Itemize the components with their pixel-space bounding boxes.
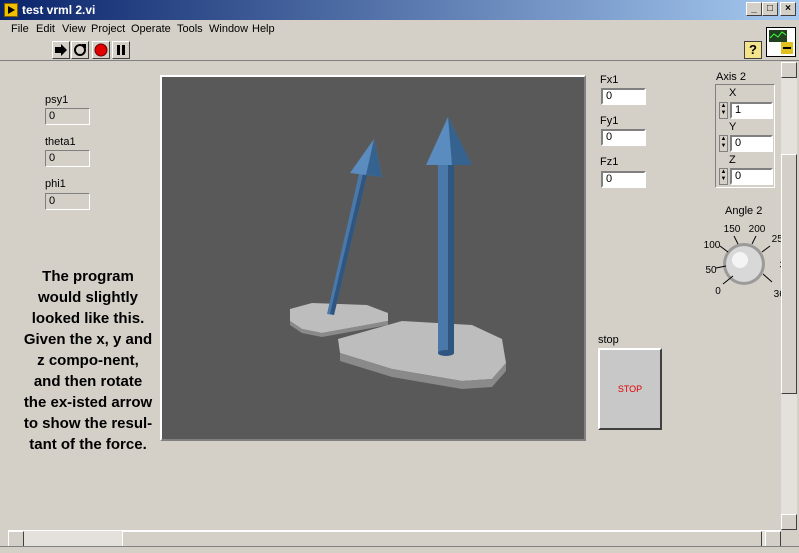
vi-graph-icon [769, 30, 793, 54]
knob-tick-0: 0 [715, 286, 721, 297]
vertical-scrollbar[interactable] [781, 62, 797, 530]
axis2-y-label: Y [729, 121, 737, 133]
axis2-z-input[interactable]: 0 [730, 168, 773, 185]
axis2-x-label: X [729, 87, 737, 99]
scroll-up-arrow[interactable] [781, 62, 797, 78]
fz1-input[interactable]: 0 [601, 171, 646, 188]
fx1-input[interactable]: 0 [601, 88, 646, 105]
fz1-label: Fz1 [600, 156, 619, 168]
vi-connector-icon [766, 27, 796, 57]
phi1-indicator: 0 [45, 193, 90, 210]
axis2-x-input[interactable]: 1 [730, 102, 773, 119]
toolbar [0, 39, 799, 61]
run-continuously-button[interactable] [71, 41, 89, 59]
maximize-button[interactable]: □ [762, 2, 778, 16]
psy1-label: psy1 [45, 94, 69, 106]
menu-help[interactable]: Help [252, 23, 275, 35]
knob-tick-200: 200 [749, 224, 766, 235]
axis2-x-stepper[interactable]: ▲ ▼ [719, 102, 728, 119]
fy1-label: Fy1 [600, 115, 619, 127]
description-text: The program would slightly looked like t… [23, 268, 153, 453]
menu-edit[interactable]: Edit [36, 23, 55, 35]
vector-arrows-scene [290, 117, 506, 389]
phi1-label: phi1 [45, 178, 66, 190]
axis2-y-input[interactable]: 0 [730, 135, 773, 152]
scroll-right-arrow[interactable] [765, 531, 781, 547]
run-button[interactable] [52, 41, 70, 59]
knob-tick-50: 50 [705, 265, 717, 276]
axis2-z-label: Z [729, 154, 736, 166]
minimize-button[interactable]: _ [746, 2, 762, 16]
theta1-indicator: 0 [45, 150, 90, 167]
horizontal-scroll-thumb[interactable] [122, 531, 762, 547]
axis2-label: Axis 2 [716, 71, 746, 83]
close-button[interactable]: × [780, 2, 796, 16]
3d-scene-display[interactable] [160, 75, 586, 441]
menu-project[interactable]: Project [91, 23, 125, 35]
menu-operate[interactable]: Operate [131, 23, 171, 35]
vertical-scroll-thumb[interactable] [781, 154, 797, 394]
axis2-z-stepper[interactable]: ▲ ▼ [719, 168, 728, 185]
abort-icon [94, 43, 108, 57]
menu-view[interactable]: View [62, 23, 86, 35]
horizontal-scrollbar[interactable] [8, 530, 781, 547]
menu-file[interactable]: File [11, 23, 29, 35]
labview-vi-icon[interactable] [4, 3, 18, 17]
abort-button[interactable] [92, 41, 110, 59]
pause-icon [117, 45, 125, 55]
menu-window[interactable]: Window [209, 23, 248, 35]
scroll-down-arrow[interactable] [781, 514, 797, 530]
pause-button[interactable] [112, 41, 130, 59]
title-bar: test vrml 2.vi _ □ × [0, 0, 799, 20]
scroll-left-arrow[interactable] [8, 531, 24, 547]
fx1-label: Fx1 [600, 74, 619, 86]
context-help-button[interactable]: ? [744, 41, 762, 59]
stop-label: stop [598, 334, 619, 346]
menu-tools[interactable]: Tools [177, 23, 203, 35]
run-arrow-icon [55, 44, 67, 56]
status-bar [0, 546, 799, 553]
stop-button[interactable]: STOP [598, 348, 662, 430]
knob-tick-100: 100 [704, 240, 721, 251]
axis2-y-stepper[interactable]: ▲ ▼ [719, 135, 728, 152]
fy1-input[interactable]: 0 [601, 129, 646, 146]
knob-tick-150: 150 [724, 224, 741, 235]
window-title: test vrml 2.vi [22, 3, 96, 17]
menu-bar: File Edit View Project Operate Tools Win… [0, 20, 799, 39]
theta1-label: theta1 [45, 136, 76, 148]
psy1-indicator: 0 [45, 108, 90, 125]
run-continuously-icon [74, 44, 86, 56]
